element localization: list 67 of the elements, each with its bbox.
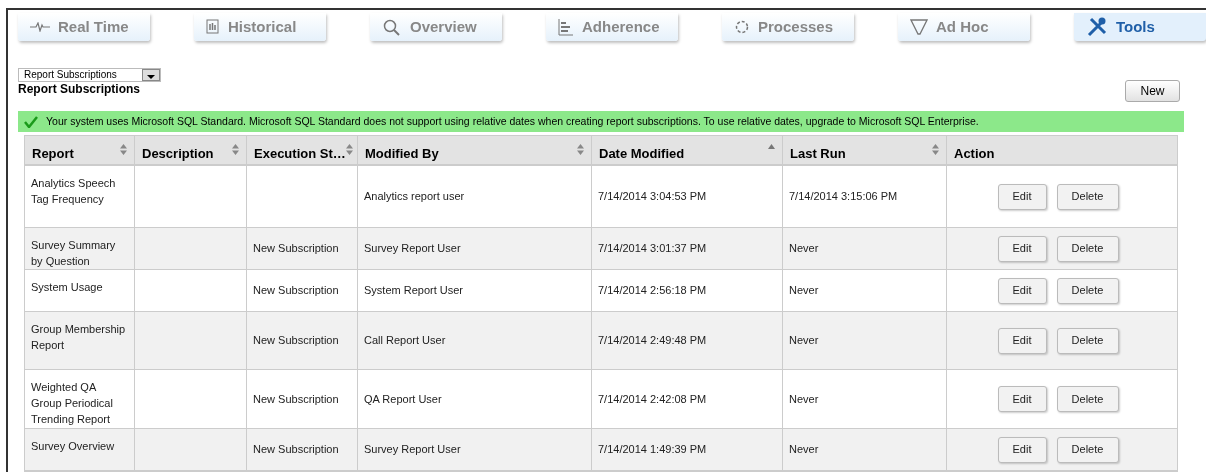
table-cell-text: 7/14/2014 2:42:08 PM	[598, 391, 707, 407]
banner-text: Your system uses Microsoft SQL Standard. Microsoft SQL Standard does not support using relative dates when creating report subscriptions. To use relative dates, upgrade to Microsoft SQL Enterprise.	[46, 113, 979, 129]
table-cell-text: QA Report User	[364, 391, 442, 407]
table-cell-text: Never	[789, 391, 819, 407]
table-cell-text: Never	[789, 333, 819, 349]
table-cell-text: New Subscription	[253, 442, 339, 458]
bar-chart-icon	[558, 18, 574, 36]
table-cell-text: Never	[789, 283, 819, 299]
table-cell-text: Survey Summary by Question	[31, 238, 117, 269]
column-header[interactable]: Description	[135, 136, 247, 164]
delete-button[interactable]: Delete	[1056, 277, 1119, 304]
table-cell-text: 7/14/2014 1:49:39 PM	[598, 442, 707, 458]
delete-button[interactable]: Delete	[1056, 327, 1119, 354]
table-cell-text: 7/14/2014 3:01:37 PM	[598, 241, 707, 257]
edit-button[interactable]: Edit	[997, 436, 1047, 463]
table-cell-text: New Subscription	[253, 391, 339, 407]
delete-button[interactable]: Delete	[1056, 386, 1119, 412]
table-cell-text: System Usage	[31, 280, 103, 295]
delete-button[interactable]: Delete	[1056, 183, 1119, 210]
table-cell-text: New Subscription	[253, 241, 339, 257]
table-cell-text: Survey Overview	[31, 439, 115, 454]
page-title: Report Subscriptions	[18, 81, 140, 98]
table-cell-text: System Report User	[364, 283, 464, 299]
table-cell-text: 7/14/2014 2:56:18 PM	[598, 283, 707, 299]
table-cell-text: Never	[789, 442, 819, 458]
column-header[interactable]: Report	[25, 136, 135, 164]
edit-button[interactable]: Edit	[997, 327, 1047, 354]
table-cell-text: Group Membership Report	[31, 322, 127, 353]
sort-icon	[345, 144, 353, 155]
edit-button[interactable]: Edit	[997, 183, 1047, 210]
edit-button[interactable]: Edit	[997, 386, 1047, 412]
column-header[interactable]: Action	[947, 136, 1177, 164]
sort-ascending-icon	[768, 144, 775, 149]
sort-icon	[932, 144, 939, 155]
sort-icon	[232, 144, 239, 155]
pulse-icon	[30, 22, 50, 32]
table-cell-text: Never	[789, 241, 819, 257]
table-cell-text: Survey Report User	[364, 241, 461, 257]
table-cell-text: Weighted QA Group Periodical Trending Report	[31, 380, 114, 427]
delete-button[interactable]: Delete	[1056, 436, 1119, 463]
table-cell-text: Survey Report User	[364, 442, 461, 458]
magnifier-icon	[382, 18, 402, 36]
edit-button[interactable]: Edit	[997, 277, 1047, 304]
table-cell-text: 7/14/2014 3:15:06 PM	[789, 189, 898, 205]
tools-icon	[1086, 16, 1108, 38]
checkmark-icon	[24, 115, 38, 128]
table-cell-text: 7/14/2014 3:04:53 PM	[598, 189, 707, 205]
table-cell-text: New Subscription	[253, 333, 339, 349]
table-cell-text: New Subscription	[253, 283, 339, 299]
table-cell-text: Call Report User	[364, 333, 446, 349]
delete-button[interactable]: Delete	[1056, 235, 1119, 262]
edit-button[interactable]: Edit	[997, 235, 1047, 262]
circle-icon	[734, 19, 750, 35]
column-header[interactable]: Modified By	[358, 136, 592, 164]
column-header[interactable]: Execution St…	[247, 136, 358, 164]
sort-icon	[577, 144, 584, 155]
column-header[interactable]: Date Modified	[592, 136, 783, 164]
view-dropdown[interactable]: Report Subscriptions	[18, 68, 161, 82]
table-cell-text: Analytics Speech Tag Frequency	[31, 176, 117, 207]
new-button[interactable]: New	[1125, 80, 1180, 102]
nav-tab[interactable]: Tools	[1074, 13, 1206, 41]
table-cell-text: Analytics report user	[364, 189, 465, 205]
bar-chart-icon	[206, 19, 220, 35]
funnel-icon	[910, 18, 928, 36]
table-cell-text: 7/14/2014 2:49:48 PM	[598, 333, 707, 349]
column-header[interactable]: Last Run	[783, 136, 947, 164]
sort-icon	[120, 144, 127, 155]
